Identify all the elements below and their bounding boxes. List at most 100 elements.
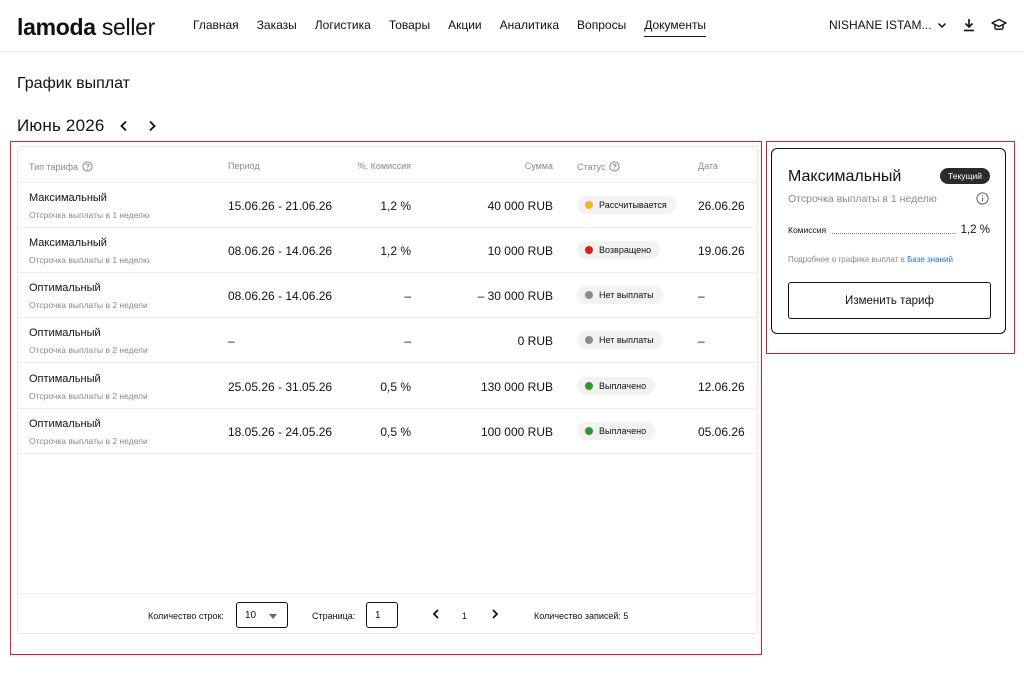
- status-label: Нет выплаты: [599, 290, 654, 300]
- tariff-card-subtitle: Отсрочка выплаты в 1 неделю: [788, 193, 937, 205]
- change-tariff-button[interactable]: Изменить тариф: [788, 282, 991, 319]
- commission-value: 1,2 %: [960, 224, 990, 236]
- nav-item-promotions[interactable]: Акции: [448, 18, 482, 37]
- download-icon[interactable]: [960, 16, 978, 34]
- nav-item-home[interactable]: Главная: [193, 18, 239, 37]
- sum-cell: 100 000 RUB: [480, 425, 553, 439]
- tariff-subtitle: Отсрочка выплаты в 2 недели: [29, 345, 148, 355]
- tariff-subtitle: Отсрочка выплаты в 2 недели: [29, 300, 148, 310]
- knowledge-base-link[interactable]: Базе знаний: [907, 255, 953, 264]
- period-cell: 08.06.26 - 14.06.26: [228, 244, 333, 258]
- current-tariff-card: Максимальный Текущий Отсрочка выплаты в …: [771, 148, 1006, 334]
- th-status: Статус: [577, 161, 621, 172]
- account-menu[interactable]: NISHANE ISTAM...: [829, 18, 947, 32]
- th-tariff: Тип тарифа: [29, 161, 93, 172]
- th-commission: %, Комиссия: [357, 161, 411, 171]
- th-period: Период: [228, 161, 260, 171]
- current-badge: Текущий: [940, 168, 990, 184]
- tariff-subtitle: Отсрочка выплаты в 2 недели: [29, 391, 148, 401]
- status-badge: Возвращено: [577, 241, 661, 259]
- th-sum: Сумма: [524, 161, 553, 171]
- payments-table: Тип тарифа Период %, Комиссия Сумма Стат…: [17, 146, 758, 634]
- page-title: График выплат: [17, 75, 130, 92]
- status-dot-icon: [585, 201, 593, 209]
- nav-item-analytics[interactable]: Аналитика: [500, 18, 559, 37]
- graduation-cap-icon[interactable]: [990, 16, 1008, 34]
- dotted-leader: [832, 227, 955, 234]
- chevron-left-icon: [119, 120, 127, 132]
- info-icon[interactable]: [976, 192, 989, 205]
- page-input[interactable]: 1: [366, 602, 398, 628]
- period-cell: 15.06.26 - 21.06.26: [228, 199, 333, 213]
- top-header: lamoda seller Главная Заказы Логистика Т…: [0, 0, 1024, 52]
- next-month-button[interactable]: [143, 117, 161, 135]
- rows-per-page-label: Количество строк:: [148, 611, 224, 621]
- date-cell: 19.06.26: [698, 244, 745, 258]
- tariff-subtitle: Отсрочка выплаты в 1 неделю: [29, 210, 150, 220]
- table-header: Тип тарифа Период %, Комиссия Сумма Стат…: [18, 147, 757, 183]
- help-icon[interactable]: [82, 161, 93, 172]
- nav-item-products[interactable]: Товары: [389, 18, 430, 37]
- tariff-subtitle: Отсрочка выплаты в 2 недели: [29, 436, 148, 446]
- next-page-button[interactable]: [488, 607, 502, 621]
- commission-label: Комиссия: [788, 225, 827, 235]
- tariff-name: Максимальный: [29, 192, 107, 204]
- date-cell: 05.06.26: [698, 425, 745, 439]
- commission-cell: 0,5 %: [380, 380, 411, 394]
- period-cell: 08.06.26 - 14.06.26: [228, 289, 333, 303]
- logo-suffix: seller: [101, 14, 155, 40]
- date-cell: 26.06.26: [698, 199, 745, 213]
- sum-cell: 10 000 RUB: [487, 244, 553, 258]
- month-label: Июнь 2026: [17, 116, 105, 135]
- nav-item-logistics[interactable]: Логистика: [315, 18, 371, 37]
- table-row[interactable]: Оптимальный Отсрочка выплаты в 2 недели …: [18, 409, 757, 454]
- status-dot-icon: [585, 336, 593, 344]
- tariff-name: Максимальный: [29, 237, 107, 249]
- current-page[interactable]: 1: [462, 611, 467, 621]
- status-dot-icon: [585, 382, 593, 390]
- date-cell: 12.06.26: [698, 380, 745, 394]
- tariff-name: Оптимальный: [29, 282, 101, 294]
- table-row[interactable]: Оптимальный Отсрочка выплаты в 2 недели …: [18, 273, 757, 318]
- sum-cell: 0 RUB: [517, 334, 553, 348]
- table-row[interactable]: Максимальный Отсрочка выплаты в 1 неделю…: [18, 183, 757, 228]
- nav-item-orders[interactable]: Заказы: [257, 18, 297, 37]
- account-name: NISHANE ISTAM...: [829, 18, 932, 32]
- th-status-label: Статус: [577, 161, 606, 172]
- status-badge: Выплачено: [577, 422, 656, 440]
- tariff-name: Оптимальный: [29, 327, 101, 339]
- status-label: Возвращено: [599, 245, 652, 255]
- nav-item-questions[interactable]: Вопросы: [577, 18, 626, 37]
- caret-down-icon: [269, 614, 277, 619]
- status-dot-icon: [585, 427, 593, 435]
- th-date: Дата: [698, 161, 718, 171]
- chevron-right-icon: [492, 609, 499, 619]
- status-badge: Нет выплаты: [577, 331, 663, 349]
- status-label: Выплачено: [599, 426, 647, 436]
- prev-month-button[interactable]: [115, 117, 133, 135]
- table-row[interactable]: Оптимальный Отсрочка выплаты в 2 недели …: [18, 364, 757, 409]
- help-icon[interactable]: [609, 161, 621, 172]
- status-label: Рассчитывается: [599, 200, 667, 210]
- chevron-right-icon: [148, 120, 156, 132]
- table-row[interactable]: Максимальный Отсрочка выплаты в 1 неделю…: [18, 228, 757, 273]
- period-cell: 25.05.26 - 31.05.26: [228, 380, 333, 394]
- th-tariff-label: Тип тарифа: [29, 161, 78, 172]
- date-cell: –: [698, 289, 705, 303]
- logo[interactable]: lamoda seller: [17, 14, 155, 41]
- status-label: Выплачено: [599, 381, 647, 391]
- knowledge-base-text: Подробнее о графике выплат в: [788, 255, 905, 264]
- date-cell: –: [698, 334, 705, 348]
- period-cell: –: [228, 334, 235, 348]
- period-cell: 18.05.26 - 24.05.26: [228, 425, 333, 439]
- tariff-name: Оптимальный: [29, 418, 101, 430]
- chevron-down-icon: [938, 22, 947, 29]
- page-label: Страница:: [312, 611, 356, 621]
- table-row[interactable]: Оптимальный Отсрочка выплаты в 2 недели …: [18, 318, 757, 363]
- nav-item-documents[interactable]: Документы: [644, 18, 707, 37]
- main-nav: Главная Заказы Логистика Товары Акции Ан…: [193, 18, 707, 37]
- rows-per-page-select[interactable]: 10: [236, 602, 288, 628]
- prev-page-button[interactable]: [429, 607, 443, 621]
- sum-cell: 40 000 RUB: [487, 199, 553, 213]
- status-badge: Рассчитывается: [577, 196, 676, 214]
